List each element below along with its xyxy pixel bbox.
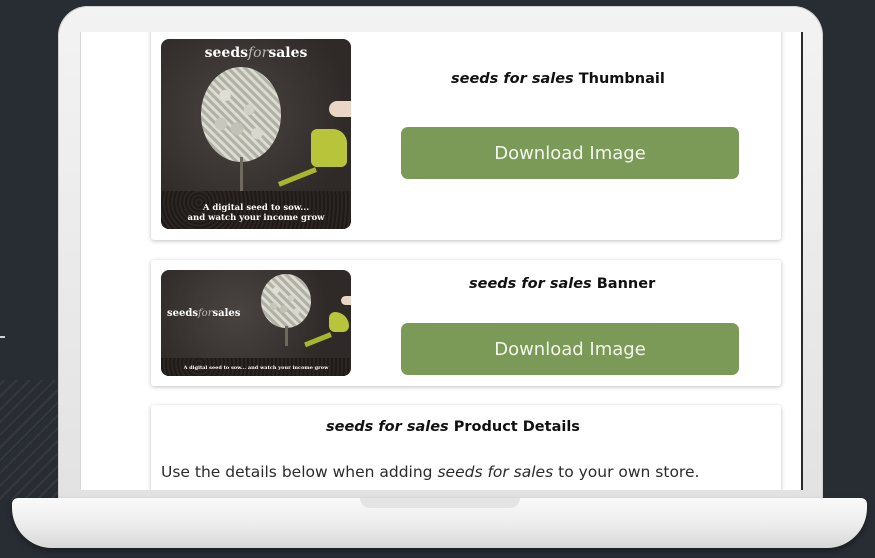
watering-can	[311, 129, 347, 167]
download-banner-button[interactable]: Download Image	[401, 323, 739, 375]
hand	[341, 296, 351, 305]
laptop-screen: seedsforsales A digital seed to sow... a…	[80, 32, 803, 490]
watering-can	[329, 312, 349, 332]
money-tree-stem	[240, 157, 243, 195]
thumbnail-tagline: A digital seed to sow... and watch your …	[187, 202, 325, 223]
watering-can-spout	[304, 332, 332, 348]
laptop-base-notch	[360, 498, 520, 508]
thumbnail-card: seedsforsales A digital seed to sow... a…	[151, 32, 781, 240]
banner-image: seedsforsales A digital seed to sow... a…	[161, 270, 351, 376]
download-thumbnail-button[interactable]: Download Image	[401, 127, 739, 179]
money-tree-foliage	[201, 67, 281, 162]
banner-title: seeds for sales Banner	[469, 276, 656, 292]
hand	[329, 101, 351, 117]
product-details-text: Use the details below when adding seeds …	[161, 463, 700, 481]
product-details-card: seeds for sales Product Details Use the …	[151, 405, 781, 490]
thumbnail-title: seeds for sales Thumbnail	[451, 71, 665, 87]
background-mark	[0, 336, 5, 338]
thumbnail-image: seedsforsales A digital seed to sow... a…	[161, 39, 351, 229]
banner-brand: seedsforsales	[167, 308, 241, 319]
money-tree-stem	[285, 326, 288, 346]
banner-card: seedsforsales A digital seed to sow... a…	[151, 260, 781, 386]
product-details-title: seeds for sales Product Details	[326, 419, 580, 435]
banner-tagline: A digital seed to sow... and watch your …	[183, 365, 329, 371]
thumbnail-brand: seedsforsales	[204, 45, 308, 61]
watering-can-spout	[277, 167, 317, 187]
money-tree-foliage	[261, 274, 311, 328]
